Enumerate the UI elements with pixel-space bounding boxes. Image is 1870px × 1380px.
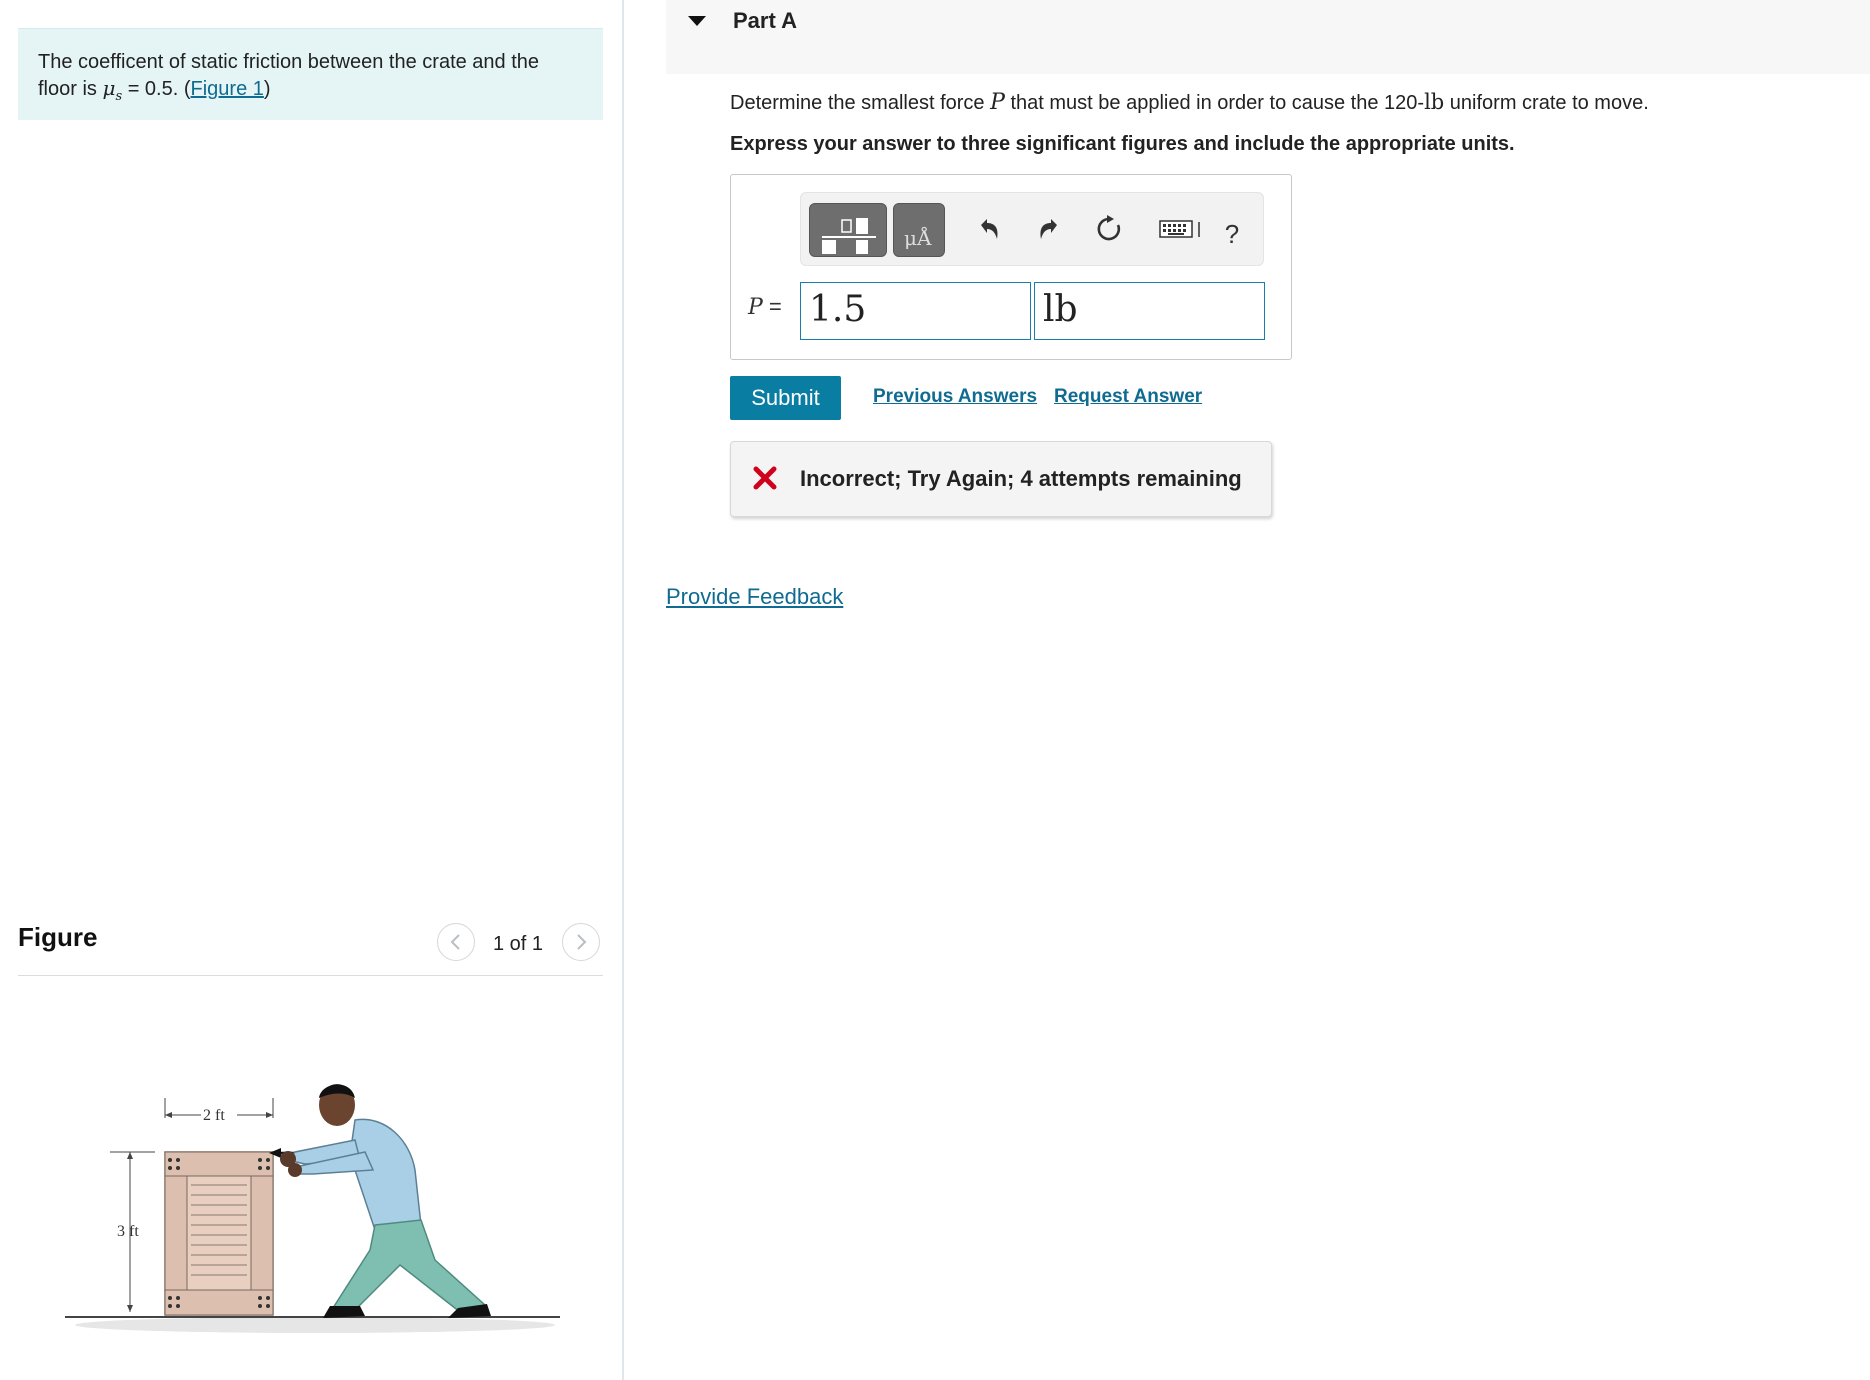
submit-button[interactable]: Submit	[730, 376, 841, 420]
feedback-message: Incorrect; Try Again; 4 attempts remaini…	[800, 466, 1242, 491]
instruction-text: Express your answer to three significant…	[730, 133, 1515, 155]
question-text: Determine the smallest force P that must…	[730, 90, 1649, 115]
keyboard-icon[interactable]	[1159, 213, 1203, 245]
incorrect-x-icon	[753, 466, 777, 490]
problem-statement: The coefficent of static friction betwee…	[18, 28, 603, 120]
previous-answers-link[interactable]: Previous Answers	[873, 386, 1037, 408]
undo-icon[interactable]	[973, 213, 1005, 245]
templates-icon	[822, 218, 876, 254]
chevron-left-icon	[450, 934, 460, 950]
provide-feedback-link[interactable]: Provide Feedback	[666, 584, 843, 610]
left-panel: The coefficent of static friction betwee…	[0, 0, 622, 1380]
part-header[interactable]	[666, 0, 1870, 74]
height-label: 3 ft	[117, 1223, 139, 1240]
collapse-caret-icon[interactable]	[686, 14, 708, 28]
previous-figure-button[interactable]	[437, 923, 475, 961]
mu-symbol: μs	[102, 76, 123, 104]
reset-icon[interactable]	[1093, 213, 1125, 245]
units-button[interactable]: μÅ	[893, 203, 945, 257]
mu-value: = 0.5. (	[122, 78, 191, 100]
help-icon[interactable]: ?	[1219, 219, 1245, 249]
part-title: Part A	[733, 8, 797, 33]
width-label: 2 ft	[203, 1107, 225, 1124]
answer-value-input[interactable]: 1.5	[800, 282, 1031, 340]
units-icon: μÅ	[904, 226, 932, 250]
panel-divider	[622, 0, 624, 1380]
figure-counter: 1 of 1	[493, 933, 544, 955]
request-answer-link[interactable]: Request Answer	[1054, 386, 1202, 408]
answer-variable-label: P =	[748, 294, 782, 320]
chevron-right-icon	[577, 934, 587, 950]
crate-figure: 2 ft 3 ft P	[65, 1084, 560, 1333]
math-toolbar: μÅ ?	[800, 192, 1264, 266]
figure-link[interactable]: Figure 1	[191, 78, 264, 100]
templates-button[interactable]	[809, 203, 887, 257]
figure-divider	[18, 975, 603, 976]
answer-unit-input[interactable]: lb	[1034, 282, 1265, 340]
figure-title: Figure	[18, 922, 98, 952]
redo-icon[interactable]	[1033, 213, 1065, 245]
next-figure-button[interactable]	[562, 923, 600, 961]
